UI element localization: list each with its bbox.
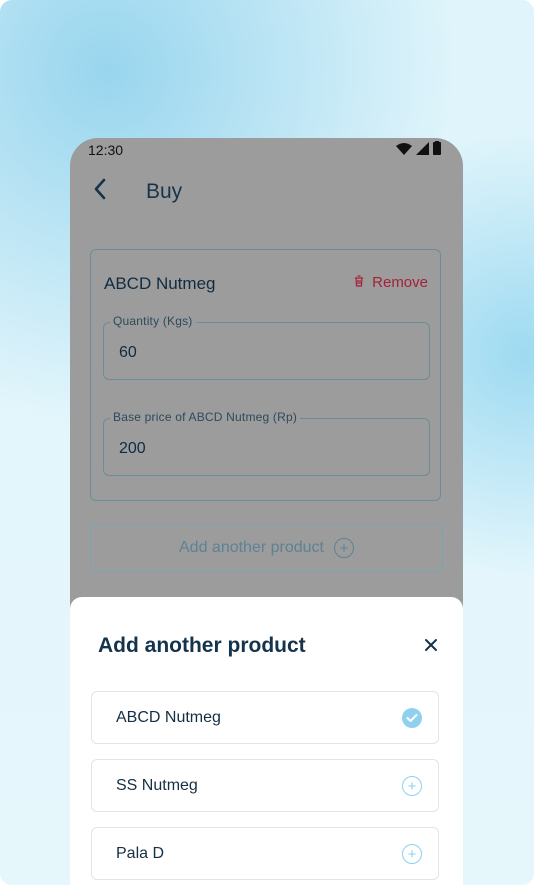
status-icons bbox=[396, 141, 441, 158]
base-price-field-value[interactable]: 200 bbox=[119, 440, 409, 458]
close-icon bbox=[424, 632, 438, 658]
product-name: ABCD Nutmeg bbox=[104, 274, 216, 293]
product-option-ss-nutmeg[interactable]: SS Nutmeg + bbox=[91, 759, 439, 812]
option-label: ABCD Nutmeg bbox=[116, 709, 221, 726]
background-canvas: 12:30 Buy ABCD Nutmeg Remove Quantity (K… bbox=[0, 0, 534, 885]
status-bar: 12:30 bbox=[70, 138, 463, 162]
check-circle-icon bbox=[402, 708, 422, 728]
wifi-icon bbox=[396, 142, 412, 158]
battery-icon bbox=[433, 141, 441, 158]
close-button[interactable] bbox=[419, 633, 443, 657]
remove-label: Remove bbox=[372, 274, 428, 291]
product-option-abcd-nutmeg[interactable]: ABCD Nutmeg bbox=[91, 691, 439, 744]
quantity-field-label: Quantity (Kgs) bbox=[110, 314, 196, 328]
signal-icon bbox=[416, 141, 429, 158]
sheet-title: Add another product bbox=[98, 634, 306, 657]
add-another-product-label: Add another product bbox=[179, 539, 324, 556]
plus-circle-icon[interactable]: + bbox=[402, 776, 422, 796]
product-card: ABCD Nutmeg Remove Quantity (Kgs) 60 Bas… bbox=[90, 249, 441, 501]
option-label: SS Nutmeg bbox=[116, 777, 198, 794]
base-price-field-label: Base price of ABCD Nutmeg (Rp) bbox=[110, 410, 301, 424]
app-bar: Buy bbox=[70, 172, 463, 214]
plus-circle-icon[interactable]: + bbox=[402, 844, 422, 864]
status-time: 12:30 bbox=[88, 142, 124, 158]
add-product-bottom-sheet: Add another product ABCD Nutmeg SS Nutme… bbox=[70, 597, 463, 885]
base-price-field[interactable]: Base price of ABCD Nutmeg (Rp) 200 bbox=[103, 410, 430, 476]
option-label: Pala D bbox=[116, 845, 165, 862]
quantity-field-value[interactable]: 60 bbox=[119, 344, 409, 362]
trash-icon bbox=[354, 274, 364, 291]
back-button[interactable] bbox=[88, 176, 112, 206]
remove-button[interactable]: Remove bbox=[354, 274, 428, 291]
chevron-left-icon bbox=[93, 178, 107, 205]
add-another-product-button[interactable]: Add another product + bbox=[90, 524, 443, 572]
circle-plus-icon: + bbox=[334, 538, 354, 558]
product-option-pala-d[interactable]: Pala D + bbox=[91, 827, 439, 880]
page-title: Buy bbox=[146, 180, 183, 203]
quantity-field[interactable]: Quantity (Kgs) 60 bbox=[103, 314, 430, 380]
